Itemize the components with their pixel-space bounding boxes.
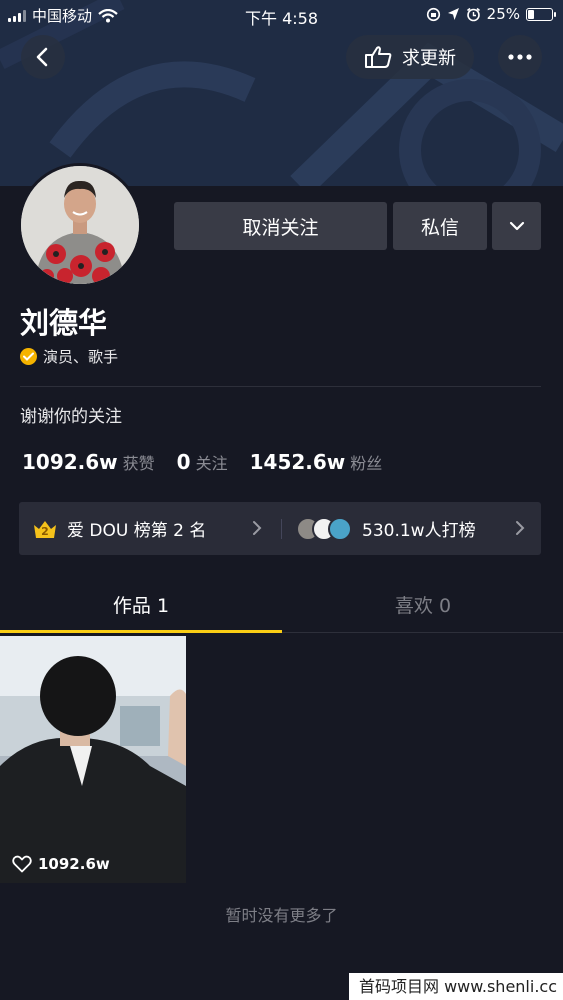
profile-screen: 中国移动 下午 4:58 25% 求更新 取消关注 私信 刘德华 演员、歌手 谢… xyxy=(0,0,563,1000)
content-tabs: 作品 1 喜欢 0 xyxy=(0,583,563,633)
stat-following[interactable]: 0 关注 xyxy=(177,450,228,474)
battery-percent: 25% xyxy=(486,5,520,23)
tab-works[interactable]: 作品 1 xyxy=(0,583,282,631)
message-button[interactable]: 私信 xyxy=(393,202,487,250)
more-button[interactable] xyxy=(498,35,542,79)
request-update-button[interactable]: 求更新 xyxy=(346,35,474,79)
request-update-label: 求更新 xyxy=(402,48,456,69)
video-thumbnail[interactable]: 1092.6w xyxy=(0,636,186,883)
video-like-count: 1092.6w xyxy=(12,855,110,873)
stat-likes-label: 获赞 xyxy=(122,454,155,473)
tab-likes[interactable]: 喜欢 0 xyxy=(282,583,563,631)
user-name: 刘德华 xyxy=(20,306,108,340)
stat-following-value: 0 xyxy=(176,450,191,474)
message-label: 私信 xyxy=(420,216,459,239)
dou-rank-entry[interactable]: 2 爱 DOU 榜第 2 名 xyxy=(33,502,206,555)
verified-icon xyxy=(20,348,37,365)
chevron-right-icon xyxy=(516,521,525,535)
tab-indicator xyxy=(0,630,282,633)
rank-text: 爱 DOU 榜第 2 名 xyxy=(67,521,207,541)
verified-text: 演员、歌手 xyxy=(43,348,119,366)
hand-pointer-icon xyxy=(365,46,392,68)
alarm-icon xyxy=(466,7,480,21)
crown-icon: 2 xyxy=(33,519,57,539)
stat-following-label: 关注 xyxy=(195,454,228,473)
crown-rank-number: 2 xyxy=(41,524,49,538)
stat-followers[interactable]: 1452.6w 粉丝 xyxy=(250,450,383,474)
chevron-down-icon xyxy=(509,221,524,231)
verified-info: 演员、歌手 xyxy=(20,346,118,367)
chevron-right-icon xyxy=(253,521,262,535)
stat-followers-label: 粉丝 xyxy=(350,454,383,473)
recommend-dropdown-button[interactable] xyxy=(492,202,541,250)
watermark: 首码项目网 www.shenli.cc xyxy=(349,973,563,1000)
back-icon xyxy=(36,47,48,67)
stat-likes[interactable]: 1092.6w 获赞 xyxy=(22,450,155,474)
avatar[interactable] xyxy=(18,163,142,287)
back-button[interactable] xyxy=(21,35,65,79)
fan-avatar xyxy=(328,516,352,541)
stat-likes-value: 1092.6w xyxy=(22,450,118,474)
no-more-text: 暂时没有更多了 xyxy=(225,906,338,925)
rank-separator xyxy=(281,519,282,539)
fan-avatars xyxy=(296,516,352,541)
video-like-count-text: 1092.6w xyxy=(38,855,110,873)
supporters-entry[interactable]: 530.1w人打榜 xyxy=(296,502,476,555)
lock-rotation-icon xyxy=(426,7,440,21)
more-icon xyxy=(508,54,532,60)
unfollow-label: 取消关注 xyxy=(242,216,319,239)
stats-row: 1092.6w 获赞 0 关注 1452.6w 粉丝 xyxy=(22,450,404,474)
stat-followers-value: 1452.6w xyxy=(249,450,346,474)
bio: 谢谢你的关注 xyxy=(20,407,122,427)
location-icon xyxy=(447,8,459,20)
status-bar: 中国移动 下午 4:58 25% xyxy=(0,0,563,28)
battery-level xyxy=(528,9,534,19)
unfollow-button[interactable]: 取消关注 xyxy=(174,202,387,250)
avatar-image xyxy=(21,166,139,284)
heart-icon xyxy=(12,855,32,873)
battery-icon xyxy=(526,7,556,21)
ranking-bar: 2 爱 DOU 榜第 2 名 530.1w人打榜 xyxy=(19,502,541,555)
supporters-text: 530.1w人打榜 xyxy=(362,521,476,541)
divider xyxy=(20,386,541,387)
video-thumbnail-image xyxy=(0,636,186,883)
